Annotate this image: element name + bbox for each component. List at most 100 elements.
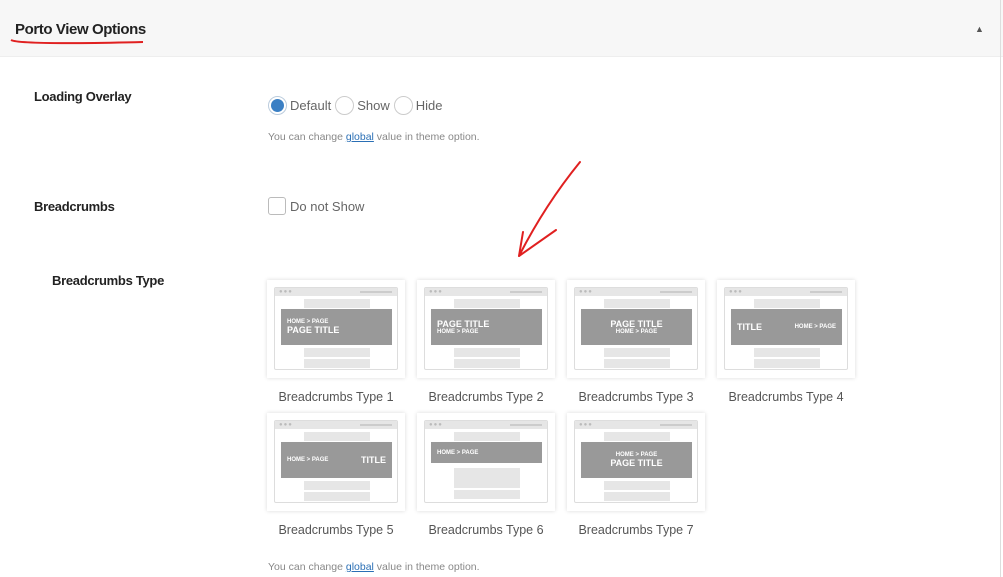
radio-label: Hide	[415, 98, 443, 113]
preview-breadcrumb: HOME > PAGE	[437, 449, 479, 456]
preview-browser-bar: ●●●	[425, 288, 547, 296]
preview-frame: ●●● HOME > PAGE PAGE TITLE	[274, 287, 398, 370]
preview-block	[454, 468, 520, 488]
breadcrumbs-type-caption[interactable]: Breadcrumbs Type 5	[261, 523, 411, 537]
radio-label: Default	[290, 98, 332, 113]
hint-text: You can change	[268, 561, 346, 573]
preview-title: TITLE	[361, 455, 386, 465]
preview-url-line	[660, 291, 692, 293]
preview-banner: HOME > PAGE PAGE TITLE	[281, 309, 392, 345]
breadcrumbs-type-label: Breadcrumbs Type	[52, 273, 164, 288]
breadcrumbs-label: Breadcrumbs	[34, 199, 115, 214]
radio-default[interactable]: Default	[268, 96, 331, 115]
annotation-arrow-icon	[518, 161, 581, 257]
preview-frame: ●●● PAGE TITLE HOME > PAGE	[574, 287, 698, 370]
loading-overlay-label: Loading Overlay	[34, 89, 132, 104]
breadcrumbs-type-option[interactable]: ●●● TITLE HOME > PAGE	[717, 280, 855, 378]
preview-title: PAGE TITLE	[287, 325, 340, 335]
checkbox-box[interactable]	[268, 197, 286, 215]
loading-overlay-hint: You can change global value in theme opt…	[268, 131, 480, 143]
preview-block	[304, 492, 370, 501]
preview-title: PAGE TITLE	[610, 458, 663, 468]
preview-title: PAGE TITLE	[437, 319, 490, 329]
panel-border	[1000, 0, 1001, 577]
preview-block	[604, 348, 670, 357]
preview-block	[754, 299, 820, 308]
breadcrumbs-type-caption[interactable]: Breadcrumbs Type 3	[561, 390, 711, 404]
window-dots-icon: ●●●	[429, 422, 443, 428]
window-dots-icon: ●●●	[579, 422, 593, 428]
breadcrumbs-type-option[interactable]: ●●● PAGE TITLE HOME > PAGE	[567, 280, 705, 378]
preview-block	[604, 299, 670, 308]
preview-breadcrumb: HOME > PAGE	[437, 329, 479, 335]
preview-breadcrumb: HOME > PAGE	[287, 457, 329, 463]
breadcrumbs-type-caption[interactable]: Breadcrumbs Type 2	[411, 390, 561, 404]
window-dots-icon: ●●●	[429, 289, 443, 295]
preview-block	[454, 359, 520, 368]
do-not-show-checkbox[interactable]: Do not Show	[268, 197, 364, 215]
preview-url-line	[510, 424, 542, 426]
radio-circle[interactable]	[268, 96, 287, 115]
preview-url-line	[510, 291, 542, 293]
preview-banner: PAGE TITLE HOME > PAGE	[581, 309, 692, 345]
preview-browser-bar: ●●●	[725, 288, 847, 296]
panel-title: Porto View Options	[15, 21, 146, 38]
preview-banner: HOME > PAGE	[431, 442, 542, 463]
breadcrumbs-type-option[interactable]: ●●● HOME > PAGE	[417, 413, 555, 511]
preview-banner: HOME > PAGE PAGE TITLE	[581, 442, 692, 478]
preview-breadcrumb: HOME > PAGE	[794, 324, 836, 330]
preview-browser-bar: ●●●	[575, 288, 697, 296]
preview-block	[304, 481, 370, 490]
radio-show[interactable]: Show	[335, 96, 390, 115]
window-dots-icon: ●●●	[279, 289, 293, 295]
collapse-arrow-icon[interactable]: ▲	[975, 24, 984, 34]
radio-circle[interactable]	[393, 96, 413, 115]
preview-url-line	[810, 291, 842, 293]
global-link[interactable]: global	[346, 561, 374, 573]
breadcrumbs-type-caption[interactable]: Breadcrumbs Type 7	[561, 523, 711, 537]
preview-block	[754, 348, 820, 357]
preview-block	[304, 299, 370, 308]
breadcrumbs-type-caption[interactable]: Breadcrumbs Type 1	[261, 390, 411, 404]
window-dots-icon: ●●●	[279, 422, 293, 428]
radio-label: Show	[357, 98, 390, 113]
breadcrumbs-type-option[interactable]: ●●● HOME > PAGE PAGE TITLE	[567, 413, 705, 511]
preview-url-line	[360, 424, 392, 426]
global-link[interactable]: global	[346, 131, 374, 143]
preview-block	[604, 492, 670, 501]
breadcrumbs-type-caption[interactable]: Breadcrumbs Type 6	[411, 523, 561, 537]
preview-frame: ●●● HOME > PAGE TITLE	[274, 420, 398, 503]
preview-block	[454, 490, 520, 499]
preview-banner: HOME > PAGE TITLE	[281, 442, 392, 478]
preview-url-line	[660, 424, 692, 426]
preview-block	[304, 348, 370, 357]
preview-banner: TITLE HOME > PAGE	[731, 309, 842, 345]
loading-overlay-radio-group: Default Show Hide	[268, 96, 446, 115]
preview-block	[604, 432, 670, 441]
breadcrumbs-type-option[interactable]: ●●● HOME > PAGE TITLE	[267, 413, 405, 511]
preview-block	[454, 348, 520, 357]
radio-hide[interactable]: Hide	[393, 96, 443, 115]
preview-url-line	[360, 291, 392, 293]
breadcrumbs-type-hint: You can change global value in theme opt…	[268, 561, 480, 573]
preview-browser-bar: ●●●	[575, 421, 697, 429]
preview-frame: ●●● HOME > PAGE PAGE TITLE	[574, 420, 698, 503]
breadcrumbs-type-caption[interactable]: Breadcrumbs Type 4	[711, 390, 861, 404]
hint-text: value in theme option.	[373, 561, 480, 573]
panel-header[interactable]: Porto View Options ▲	[0, 0, 1003, 57]
preview-block	[304, 359, 370, 368]
window-dots-icon: ●●●	[579, 289, 593, 295]
preview-banner: PAGE TITLE HOME > PAGE	[431, 309, 542, 345]
checkbox-label: Do not Show	[290, 198, 365, 214]
preview-block	[604, 359, 670, 368]
hint-text: value in theme option.	[373, 131, 480, 143]
preview-block	[754, 359, 820, 368]
breadcrumbs-type-option[interactable]: ●●● HOME > PAGE PAGE TITLE	[267, 280, 405, 378]
preview-breadcrumb: HOME > PAGE	[615, 329, 658, 335]
preview-browser-bar: ●●●	[425, 421, 547, 429]
preview-block	[304, 432, 370, 441]
radio-circle[interactable]	[335, 96, 355, 115]
window-dots-icon: ●●●	[729, 289, 743, 295]
breadcrumbs-type-option[interactable]: ●●● PAGE TITLE HOME > PAGE	[417, 280, 555, 378]
hint-text: You can change	[268, 131, 346, 143]
